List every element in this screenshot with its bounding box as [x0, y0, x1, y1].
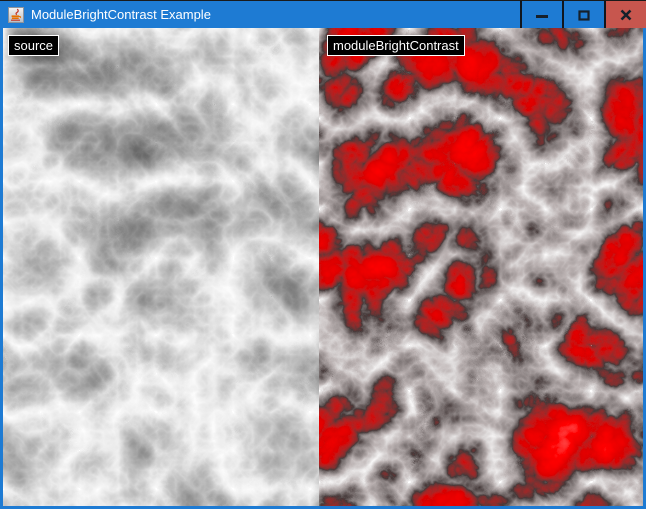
panel-label-source: source	[8, 35, 59, 56]
window-controls	[520, 1, 646, 28]
app-window: ModuleBrightContrast Example	[0, 0, 646, 509]
module-bright-contrast-image	[319, 28, 643, 506]
close-button[interactable]	[606, 1, 646, 28]
close-icon	[620, 9, 632, 21]
minimize-button[interactable]	[522, 1, 562, 28]
source-noise-image	[3, 28, 319, 506]
panel-module-bright-contrast: moduleBrightContrast	[319, 28, 643, 506]
minimize-icon	[536, 10, 548, 20]
java-coffee-cup-icon	[8, 7, 24, 23]
panel-source: source	[3, 28, 319, 506]
window-title: ModuleBrightContrast Example	[31, 7, 520, 22]
content-area: source moduleBrightContrast	[3, 28, 643, 506]
titlebar[interactable]: ModuleBrightContrast Example	[0, 0, 646, 28]
panel-label-module-bright-contrast: moduleBrightContrast	[327, 35, 465, 56]
maximize-icon	[578, 9, 590, 21]
maximize-button[interactable]	[564, 1, 604, 28]
